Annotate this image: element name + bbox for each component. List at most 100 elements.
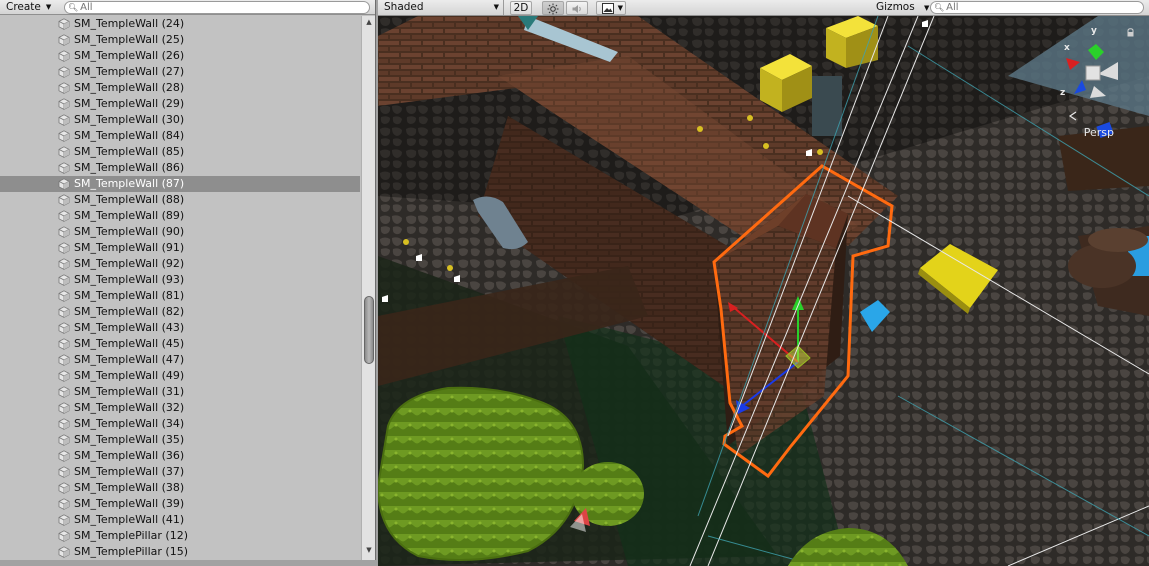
hierarchy-item-label: SM_TempleWall (30): [74, 113, 185, 126]
scene-lighting-toggle[interactable]: [542, 1, 564, 15]
hierarchy-item[interactable]: SM_TempleWall (32): [0, 400, 360, 416]
hierarchy-search-field[interactable]: 🔍︎: [64, 1, 370, 14]
scrollbar-thumb[interactable]: [364, 296, 374, 364]
hierarchy-item-label: SM_TempleWall (86): [74, 161, 185, 174]
hierarchy-item-label: SM_TempleWall (26): [74, 49, 185, 62]
hierarchy-item[interactable]: SM_TempleWall (81): [0, 288, 360, 304]
hierarchy-item[interactable]: SM_TempleWall (35): [0, 432, 360, 448]
gameobject-cube-icon: [58, 370, 70, 382]
lock-icon[interactable]: [1126, 28, 1135, 37]
gameobject-cube-icon: [58, 162, 70, 174]
gameobject-cube-icon: [58, 338, 70, 350]
gameobject-cube-icon: [58, 82, 70, 94]
gameobject-cube-icon: [58, 210, 70, 222]
shading-mode-dropdown[interactable]: Shaded ▼: [384, 0, 504, 15]
hierarchy-item[interactable]: SM_TempleWall (25): [0, 32, 360, 48]
hierarchy-item-label: SM_TempleWall (38): [74, 481, 185, 494]
caret-down-icon: ▼: [617, 4, 623, 12]
search-icon: 🔍︎: [68, 3, 79, 12]
axis-y-label: y: [1091, 26, 1097, 36]
gameobject-cube-icon: [58, 98, 70, 110]
hierarchy-item[interactable]: SM_TempleWall (87): [0, 176, 360, 192]
hierarchy-item[interactable]: SM_TempleWall (34): [0, 416, 360, 432]
gizmos-dropdown[interactable]: Gizmos ▼: [872, 0, 933, 15]
hierarchy-item-label: SM_TempleWall (87): [74, 177, 185, 190]
hierarchy-item[interactable]: SM_TempleWall (41): [0, 512, 360, 528]
unity-editor-window: Create ▼ 🔍︎ SM_TempleWall (24)SM_TempleW…: [0, 0, 1149, 566]
hierarchy-item-label: SM_TempleWall (37): [74, 465, 185, 478]
hierarchy-item[interactable]: SM_TempleWall (92): [0, 256, 360, 272]
gameobject-cube-icon: [58, 466, 70, 478]
hierarchy-toolbar: Create ▼ 🔍︎: [0, 0, 375, 15]
hierarchy-item[interactable]: SM_TempleWall (88): [0, 192, 360, 208]
hierarchy-item[interactable]: SM_TempleWall (29): [0, 96, 360, 112]
hierarchy-item-label: SM_TempleWall (43): [74, 321, 185, 334]
hierarchy-item[interactable]: SM_TempleWall (38): [0, 480, 360, 496]
hierarchy-item[interactable]: SM_TempleWall (93): [0, 272, 360, 288]
hierarchy-item[interactable]: SM_TempleWall (43): [0, 320, 360, 336]
hierarchy-item-label: SM_TempleWall (89): [74, 209, 185, 222]
hierarchy-item[interactable]: SM_TempleWall (91): [0, 240, 360, 256]
hierarchy-item[interactable]: SM_TempleWall (27): [0, 64, 360, 80]
gameobject-cube-icon: [58, 290, 70, 302]
hierarchy-item[interactable]: SM_TemplePillar (15): [0, 544, 360, 560]
hierarchy-item[interactable]: SM_TemplePillar (12): [0, 528, 360, 544]
hierarchy-item[interactable]: SM_TempleWall (86): [0, 160, 360, 176]
speaker-icon: [572, 5, 581, 13]
scene-viewport[interactable]: y x z Persp: [378, 16, 1149, 566]
projection-mode-label[interactable]: Persp: [1084, 126, 1114, 139]
caret-down-icon: ▼: [493, 3, 499, 11]
scene-search-input[interactable]: [946, 2, 1143, 13]
hierarchy-item[interactable]: SM_TempleWall (84): [0, 128, 360, 144]
hierarchy-item[interactable]: SM_TempleWall (30): [0, 112, 360, 128]
create-dropdown-button[interactable]: Create ▼: [2, 0, 55, 15]
scene-effects-dropdown[interactable]: ▼: [596, 1, 626, 15]
hierarchy-list: SM_TempleWall (24) SM_TempleWall (25) SM_T…: [0, 16, 360, 560]
scene-audio-toggle[interactable]: [566, 1, 588, 15]
hierarchy-item[interactable]: SM_TempleWall (85): [0, 144, 360, 160]
hierarchy-search-input[interactable]: [80, 2, 369, 13]
hierarchy-item-label: SM_TempleWall (29): [74, 97, 185, 110]
caret-down-icon: ▼: [924, 4, 930, 12]
hierarchy-scrollbar[interactable]: ▲ ▼: [361, 16, 375, 560]
hierarchy-panel: Create ▼ 🔍︎ SM_TempleWall (24)SM_TempleW…: [0, 0, 376, 560]
gameobject-cube-icon: [58, 178, 70, 190]
hierarchy-item[interactable]: SM_TempleWall (89): [0, 208, 360, 224]
caret-down-icon: ▼: [45, 3, 52, 11]
scene-toolbar: Shaded ▼ 2D ▼ Gizmos ▼ 🔍︎ All: [378, 0, 1149, 16]
create-label: Create: [6, 1, 41, 13]
hierarchy-item[interactable]: SM_TempleWall (31): [0, 384, 360, 400]
hierarchy-item[interactable]: SM_TempleWall (24): [0, 16, 360, 32]
scene-search-field[interactable]: 🔍︎: [930, 1, 1144, 14]
gameobject-cube-icon: [58, 66, 70, 78]
gizmos-label: Gizmos: [876, 1, 915, 13]
hierarchy-item-label: SM_TempleWall (45): [74, 337, 185, 350]
hierarchy-item[interactable]: SM_TempleWall (90): [0, 224, 360, 240]
gameobject-cube-icon: [58, 114, 70, 126]
hierarchy-item-label: SM_TempleWall (84): [74, 129, 185, 142]
gameobject-cube-icon: [58, 258, 70, 270]
gameobject-cube-icon: [58, 306, 70, 318]
hierarchy-item[interactable]: SM_TempleWall (26): [0, 48, 360, 64]
hierarchy-item-label: SM_TempleWall (24): [74, 17, 185, 30]
gameobject-cube-icon: [58, 402, 70, 414]
hierarchy-item[interactable]: SM_TempleWall (82): [0, 304, 360, 320]
hierarchy-item[interactable]: SM_TempleWall (49): [0, 368, 360, 384]
hierarchy-item[interactable]: SM_TempleWall (36): [0, 448, 360, 464]
gameobject-cube-icon: [58, 546, 70, 558]
scroll-down-icon[interactable]: ▼: [365, 546, 373, 554]
hierarchy-item[interactable]: SM_TempleWall (28): [0, 80, 360, 96]
scene-view-panel: Shaded ▼ 2D ▼ Gizmos ▼ 🔍︎ All y x z Pers…: [378, 0, 1149, 566]
hierarchy-item-label: SM_TempleWall (85): [74, 145, 185, 158]
hierarchy-item[interactable]: SM_TempleWall (39): [0, 496, 360, 512]
hierarchy-item[interactable]: SM_TempleWall (47): [0, 352, 360, 368]
gameobject-cube-icon: [58, 450, 70, 462]
hierarchy-item[interactable]: SM_TempleWall (37): [0, 464, 360, 480]
2d-mode-button[interactable]: 2D: [510, 1, 532, 15]
hierarchy-item-label: SM_TempleWall (92): [74, 257, 185, 270]
scroll-up-icon[interactable]: ▲: [365, 18, 373, 26]
hierarchy-item[interactable]: SM_TempleWall (45): [0, 336, 360, 352]
hierarchy-item-label: SM_TempleWall (25): [74, 33, 185, 46]
hierarchy-item-label: SM_TempleWall (88): [74, 193, 185, 206]
sun-icon: [547, 3, 559, 15]
